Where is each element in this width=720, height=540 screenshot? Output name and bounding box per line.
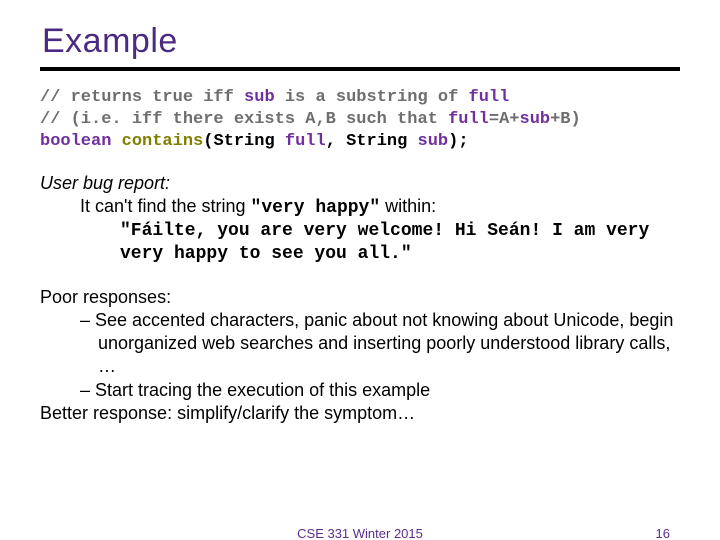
code-comment: =A+ xyxy=(489,110,520,129)
list-text: Start tracing the execution of this exam… xyxy=(95,380,430,400)
bug-quoted-string: "Fáilte, you are very welcome! Hi Seán! … xyxy=(120,220,660,266)
dash: – xyxy=(80,310,95,330)
bug-text: It can't find the string xyxy=(80,196,251,216)
dash-list: – See accented characters, panic about n… xyxy=(40,309,680,401)
bug-text: within: xyxy=(380,196,436,216)
better-response-line: Better response: simplify/clarify the sy… xyxy=(40,402,680,425)
code-keyword: sub xyxy=(244,88,275,107)
bug-report-label: User bug report: xyxy=(40,172,680,195)
code-keyword: sub xyxy=(520,110,551,129)
title-rule xyxy=(40,67,680,71)
dash: – xyxy=(80,380,95,400)
poor-responses-section: Poor responses: – See accented character… xyxy=(40,286,680,424)
bug-report-line: It can't find the string "very happy" wi… xyxy=(80,195,680,220)
code-text: (String xyxy=(203,132,285,151)
code-keyword: full xyxy=(469,88,510,107)
code-arg: sub xyxy=(418,132,449,151)
code-function: contains xyxy=(122,132,204,151)
poor-responses-label: Poor responses: xyxy=(40,286,680,309)
better-label: Better response xyxy=(40,403,167,423)
code-text: ); xyxy=(448,132,468,151)
code-comment: // (i.e. iff there exists A,B such that xyxy=(40,110,448,129)
code-text: , String xyxy=(326,132,418,151)
list-item: – See accented characters, panic about n… xyxy=(80,309,680,378)
code-keyword: full xyxy=(448,110,489,129)
footer-page-number: 16 xyxy=(656,526,670,540)
better-text: : simplify/clarify the symptom… xyxy=(167,403,415,423)
bug-code: "very happy" xyxy=(251,198,381,218)
body-content: User bug report: It can't find the strin… xyxy=(40,172,680,424)
code-comment: +B) xyxy=(550,110,581,129)
footer-course: CSE 331 Winter 2015 xyxy=(297,526,423,540)
code-comment: is a substring of xyxy=(275,88,469,107)
list-text: See accented characters, panic about not… xyxy=(95,310,673,376)
slide-title: Example xyxy=(42,22,680,61)
code-keyword: boolean xyxy=(40,132,122,151)
slide: Example // returns true iff sub is a sub… xyxy=(0,0,720,540)
code-comment: // returns true iff xyxy=(40,88,244,107)
list-item: – Start tracing the execution of this ex… xyxy=(80,379,680,402)
code-arg: full xyxy=(285,132,326,151)
code-block: // returns true iff sub is a substring o… xyxy=(40,87,680,152)
